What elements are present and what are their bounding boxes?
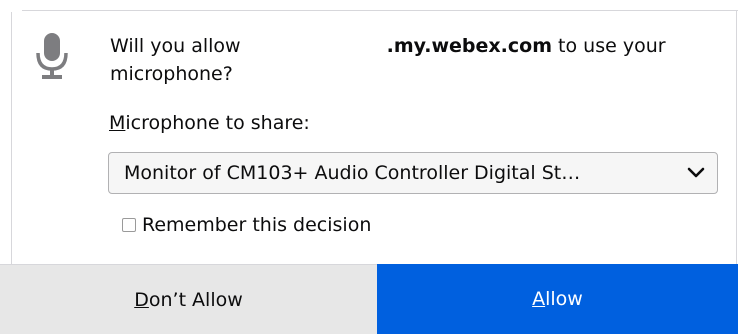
question-text-start: Will you allow — [110, 35, 247, 57]
permission-popup: Will you allow .my.webex.com to use your… — [0, 0, 738, 334]
allow-label: llow — [545, 288, 583, 310]
microphone-label-accesskey: M — [109, 112, 126, 134]
remember-checkbox[interactable] — [122, 218, 136, 232]
microphone-select-value: Monitor of CM103+ Audio Controller Digit… — [124, 162, 581, 184]
popup-left-border — [11, 10, 12, 264]
dont-allow-accesskey: D — [134, 288, 149, 311]
allow-accesskey: A — [532, 288, 546, 310]
remember-decision-option[interactable]: Remember this decision — [122, 212, 371, 238]
popup-corner — [0, 0, 22, 12]
requesting-host: .my.webex.com — [386, 35, 552, 57]
action-bar: Don’t Allow Allow — [0, 264, 738, 334]
microphone-icon — [36, 33, 68, 79]
popup-right-border — [736, 10, 737, 264]
dont-allow-label: on’t Allow — [148, 288, 243, 311]
allow-button[interactable]: Allow — [377, 264, 738, 334]
remember-checkbox-label: Remember this decision — [142, 214, 372, 236]
dont-allow-button[interactable]: Don’t Allow — [0, 264, 377, 334]
microphone-label-text: icrophone to share: — [125, 112, 310, 134]
microphone-select-label: Microphone to share: — [109, 112, 310, 134]
chevron-down-icon — [687, 167, 705, 178]
permission-question: Will you allow .my.webex.com to use your… — [110, 32, 710, 88]
microphone-select[interactable]: Monitor of CM103+ Audio Controller Digit… — [108, 152, 718, 194]
popup-top-border — [0, 10, 738, 11]
